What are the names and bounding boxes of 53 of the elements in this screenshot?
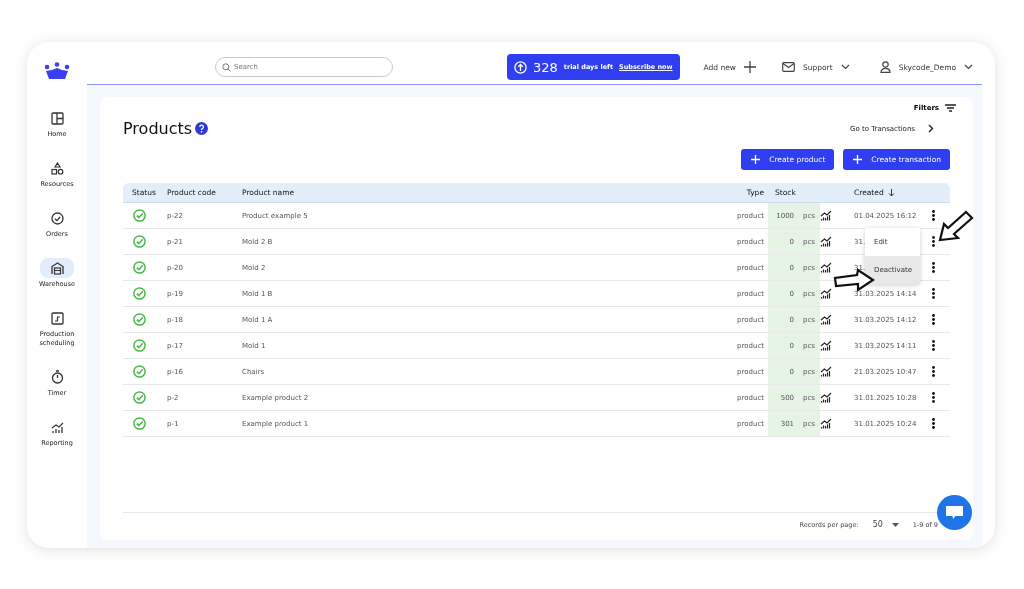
chart-icon[interactable] (820, 236, 832, 247)
more-vertical-icon (932, 314, 935, 325)
more-options-button[interactable] (930, 260, 937, 275)
more-options-button[interactable] (930, 312, 937, 327)
arrow-up-circle-icon (514, 60, 527, 74)
page-title: Products (123, 119, 193, 138)
more-options-button[interactable] (930, 286, 937, 301)
search-icon (222, 62, 231, 72)
user-icon (879, 61, 891, 73)
chart-icon (50, 420, 64, 434)
more-options-button[interactable] (930, 390, 937, 405)
more-vertical-icon (932, 236, 935, 247)
records-per-page-select[interactable]: 50 (866, 519, 905, 530)
filter-icon (945, 104, 956, 112)
more-options-button[interactable] (930, 234, 937, 249)
chevron-right-icon (928, 124, 934, 133)
chart-icon[interactable] (820, 340, 832, 351)
plus-icon (751, 155, 761, 164)
chart-icon[interactable] (820, 314, 832, 325)
more-vertical-icon (932, 418, 935, 429)
more-vertical-icon (932, 288, 935, 299)
check-circle-icon (50, 211, 64, 225)
chevron-down-icon (964, 64, 974, 70)
more-options-button[interactable] (930, 416, 937, 431)
chart-icon[interactable] (820, 366, 832, 377)
more-options-button[interactable] (930, 364, 937, 379)
more-vertical-icon (932, 392, 935, 403)
plus-icon (744, 61, 756, 73)
more-vertical-icon (932, 340, 935, 351)
chat-bubble-icon (946, 505, 963, 520)
help-icon[interactable] (195, 122, 209, 135)
more-options-button[interactable] (930, 208, 937, 223)
chart-icon[interactable] (820, 288, 832, 299)
caret-down-icon (891, 522, 899, 527)
shapes-icon (50, 161, 64, 175)
document-icon (50, 311, 64, 325)
more-vertical-icon (932, 366, 935, 377)
chart-icon[interactable] (820, 262, 832, 273)
stopwatch-icon (50, 370, 64, 384)
crown-logo (44, 62, 70, 80)
chevron-down-icon (840, 64, 850, 70)
plus-icon (853, 155, 863, 164)
trial-days-count: 328 (533, 59, 558, 75)
more-vertical-icon (932, 262, 935, 273)
more-vertical-icon (932, 210, 935, 221)
arrow-down-icon (887, 188, 895, 197)
layout-icon (50, 111, 64, 125)
chart-icon[interactable] (820, 210, 832, 221)
chart-icon[interactable] (820, 418, 832, 429)
chart-icon[interactable] (820, 392, 832, 403)
more-options-button[interactable] (930, 338, 937, 353)
envelope-icon (782, 62, 795, 72)
warehouse-icon (50, 261, 64, 275)
